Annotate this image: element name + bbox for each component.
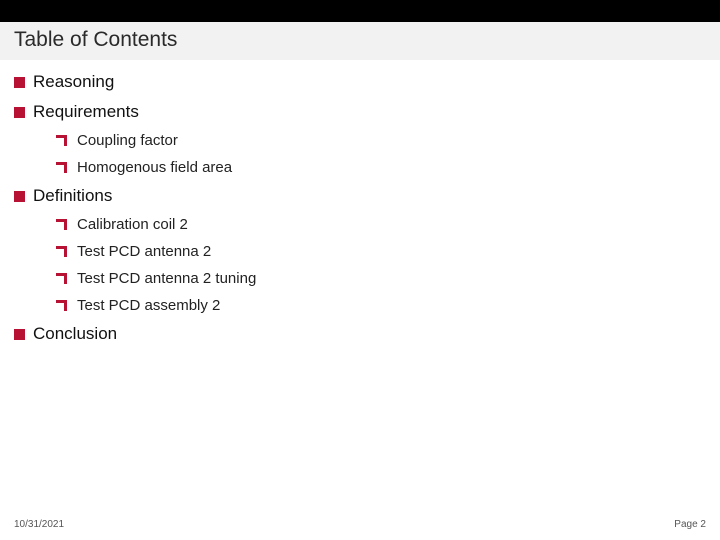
toc-content: Reasoning Requirements Coupling factor H…	[0, 60, 720, 344]
corner-bullet-icon	[56, 273, 67, 284]
toc-sublabel: Test PCD assembly 2	[77, 297, 220, 314]
toc-subitem: Calibration coil 2	[56, 216, 706, 233]
square-bullet-icon	[14, 77, 25, 88]
top-bar	[0, 0, 720, 22]
toc-label: Requirements	[33, 102, 139, 122]
toc-subitem: Test PCD antenna 2	[56, 243, 706, 260]
toc-label: Conclusion	[33, 324, 117, 344]
toc-sublabel: Test PCD antenna 2	[77, 243, 211, 260]
toc-row: Reasoning	[14, 72, 706, 92]
corner-bullet-icon	[56, 300, 67, 311]
toc-item: Conclusion	[14, 324, 706, 344]
corner-bullet-icon	[56, 135, 67, 146]
corner-bullet-icon	[56, 246, 67, 257]
toc-item: Reasoning	[14, 72, 706, 92]
toc-sublist: Calibration coil 2 Test PCD antenna 2 Te…	[56, 216, 706, 314]
footer: 10/31/2021 Page 2	[14, 519, 706, 530]
toc-sublabel: Coupling factor	[77, 132, 178, 149]
toc-label: Reasoning	[33, 72, 114, 92]
square-bullet-icon	[14, 191, 25, 202]
toc-item: Definitions Calibration coil 2 Test PCD …	[14, 186, 706, 314]
square-bullet-icon	[14, 107, 25, 118]
toc-subitem: Test PCD antenna 2 tuning	[56, 270, 706, 287]
toc-sublist: Coupling factor Homogenous field area	[56, 132, 706, 176]
square-bullet-icon	[14, 329, 25, 340]
title-band: Table of Contents	[0, 22, 720, 60]
corner-bullet-icon	[56, 219, 67, 230]
toc-item: Requirements Coupling factor Homogenous …	[14, 102, 706, 176]
toc-row: Requirements	[14, 102, 706, 122]
toc-sublabel: Calibration coil 2	[77, 216, 188, 233]
corner-bullet-icon	[56, 162, 67, 173]
toc-sublabel: Test PCD antenna 2 tuning	[77, 270, 256, 287]
toc-subitem: Homogenous field area	[56, 159, 706, 176]
toc-row: Definitions	[14, 186, 706, 206]
toc-sublabel: Homogenous field area	[77, 159, 232, 176]
toc-label: Definitions	[33, 186, 112, 206]
page-title: Table of Contents	[14, 28, 706, 52]
toc-subitem: Coupling factor	[56, 132, 706, 149]
toc-row: Conclusion	[14, 324, 706, 344]
footer-page: Page 2	[674, 519, 706, 530]
toc-list: Reasoning Requirements Coupling factor H…	[14, 72, 706, 344]
toc-subitem: Test PCD assembly 2	[56, 297, 706, 314]
footer-date: 10/31/2021	[14, 519, 64, 530]
